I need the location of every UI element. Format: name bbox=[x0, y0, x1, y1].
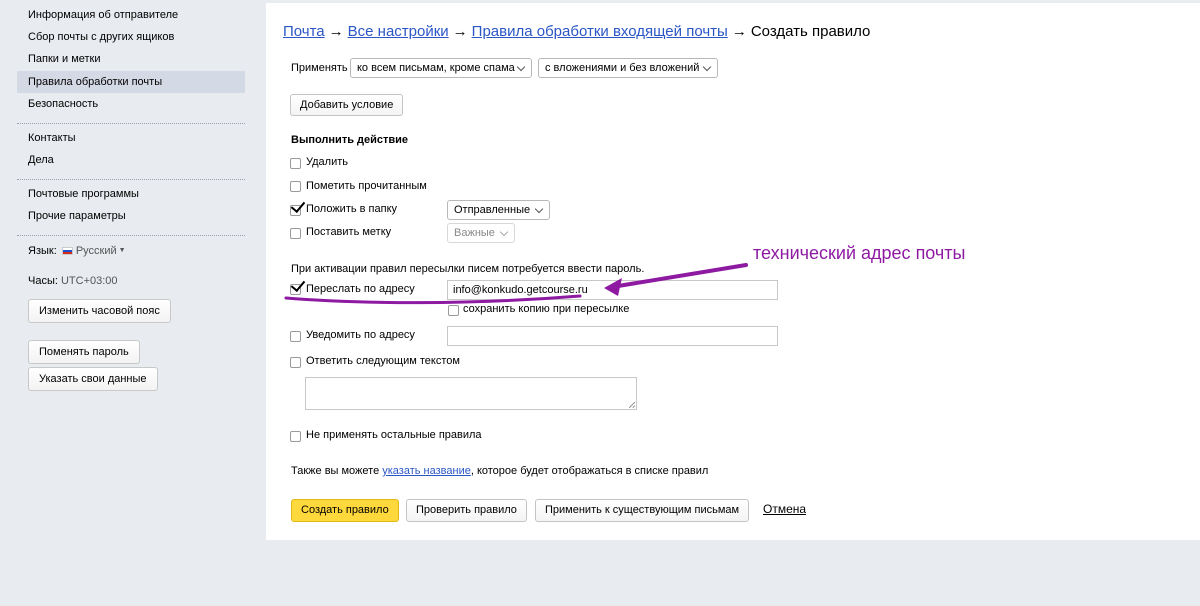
rule-name-hint: Также вы можете указать название, которо… bbox=[291, 465, 708, 477]
resize-handle-icon[interactable] bbox=[629, 402, 635, 408]
attachments-value: с вложениями и без вложений bbox=[545, 62, 700, 74]
rule-name-hint-prefix: Также вы можете bbox=[291, 465, 383, 477]
mark-read-checkbox[interactable] bbox=[290, 181, 301, 192]
chevron-down-icon bbox=[499, 227, 509, 237]
set-label-checkbox[interactable] bbox=[290, 228, 301, 239]
sidebar-item-mail-clients[interactable]: Почтовые программы bbox=[17, 183, 245, 205]
sidebar-item-security[interactable]: Безопасность bbox=[17, 93, 245, 115]
breadcrumb-all-settings-link[interactable]: Все настройки bbox=[348, 23, 449, 40]
notify-checkbox[interactable] bbox=[290, 331, 301, 342]
attachments-select[interactable]: с вложениями и без вложений bbox=[538, 58, 718, 78]
sidebar-item-folders-labels[interactable]: Папки и метки bbox=[17, 48, 245, 70]
breadcrumb: Почта → Все настройки → Правила обработки вх… bbox=[283, 23, 870, 40]
delete-label: Удалить bbox=[306, 156, 348, 168]
apply-scope-select[interactable]: ко всем письмам, кроме спама bbox=[350, 58, 532, 78]
no-other-rules-checkbox[interactable] bbox=[290, 431, 301, 442]
language-label: Язык: bbox=[28, 245, 57, 257]
mark-read-label: Пометить прочитанным bbox=[306, 180, 427, 192]
keep-copy-checkbox[interactable] bbox=[448, 305, 459, 316]
reply-checkbox[interactable] bbox=[290, 357, 301, 368]
apply-label: Применять bbox=[291, 62, 348, 74]
create-rule-button[interactable]: Создать правило bbox=[291, 499, 399, 522]
breadcrumb-arrow: → bbox=[452, 23, 468, 40]
specify-name-link[interactable]: указать название bbox=[382, 465, 471, 477]
forward-label: Переслать по адресу bbox=[306, 283, 415, 295]
clock-label: Часы: bbox=[28, 275, 58, 287]
check-rule-button[interactable]: Проверить правило bbox=[406, 499, 527, 522]
forward-checkbox[interactable] bbox=[290, 284, 301, 295]
sidebar-item-sender-info[interactable]: Информация об отправителе bbox=[17, 4, 245, 26]
label-select[interactable]: Важные bbox=[447, 223, 515, 243]
actions-heading: Выполнить действие bbox=[291, 134, 409, 146]
rule-name-hint-suffix: , которое будет отображаться в списке пр… bbox=[470, 465, 709, 477]
sidebar-item-contacts[interactable]: Контакты bbox=[17, 127, 245, 149]
language-row: Язык: Русский ▼ bbox=[28, 245, 126, 257]
apply-scope-value: ко всем письмам, кроме спама bbox=[357, 62, 515, 74]
language-selector[interactable]: Русский bbox=[76, 245, 117, 257]
breadcrumb-mail-link[interactable]: Почта bbox=[283, 23, 325, 40]
reply-textarea[interactable] bbox=[305, 377, 637, 410]
chevron-down-icon bbox=[702, 62, 712, 72]
move-folder-label: Положить в папку bbox=[306, 203, 398, 215]
clock-row: Часы: UTC+03:00 bbox=[28, 275, 118, 287]
forward-password-notice: При активации правил пересылки писем пот… bbox=[291, 263, 645, 275]
delete-checkbox[interactable] bbox=[290, 158, 301, 169]
label-value: Важные bbox=[454, 227, 495, 239]
chevron-down-icon bbox=[516, 62, 526, 72]
sidebar-item-mail-collector[interactable]: Сбор почты с других ящиков bbox=[17, 26, 245, 48]
notify-address-input[interactable] bbox=[447, 326, 778, 346]
change-timezone-button[interactable]: Изменить часовой пояс bbox=[28, 299, 171, 323]
forward-address-input[interactable]: info@konkudo.getcourse.ru bbox=[447, 280, 778, 300]
reply-label: Ответить следующим текстом bbox=[306, 355, 460, 367]
cancel-link[interactable]: Отмена bbox=[763, 502, 806, 516]
apply-existing-button[interactable]: Применить к существующим письмам bbox=[535, 499, 750, 522]
add-condition-button[interactable]: Добавить условие bbox=[290, 94, 404, 116]
annotation-text: технический адрес почты bbox=[753, 243, 966, 263]
set-label-label: Поставить метку bbox=[306, 226, 392, 238]
change-password-button[interactable]: Поменять пароль bbox=[28, 340, 140, 364]
keep-copy-label: сохранить копию при пересылке bbox=[463, 303, 630, 315]
chevron-down-icon bbox=[534, 204, 544, 214]
folder-select[interactable]: Отправленные bbox=[447, 200, 550, 220]
no-other-rules-label: Не применять остальные правила bbox=[306, 429, 482, 441]
caret-down-icon: ▼ bbox=[118, 247, 126, 254]
sidebar-item-mail-rules[interactable]: Правила обработки почты bbox=[17, 71, 245, 93]
sidebar-divider bbox=[17, 235, 245, 236]
sidebar-divider bbox=[17, 123, 245, 124]
specify-data-button[interactable]: Указать свои данные bbox=[28, 367, 158, 391]
breadcrumb-arrow: → bbox=[731, 23, 747, 40]
move-folder-checkbox[interactable] bbox=[290, 205, 301, 216]
notify-label: Уведомить по адресу bbox=[306, 329, 415, 341]
sidebar-item-todo[interactable]: Дела bbox=[17, 149, 245, 171]
folder-value: Отправленные bbox=[454, 204, 531, 216]
breadcrumb-rules-link[interactable]: Правила обработки входящей почты bbox=[472, 23, 728, 40]
settings-sidebar: Информация об отправителе Сбор почты с д… bbox=[0, 0, 262, 606]
clock-value: UTC+03:00 bbox=[60, 275, 118, 287]
russian-flag-icon bbox=[61, 247, 73, 255]
breadcrumb-arrow: → bbox=[328, 23, 344, 40]
sidebar-item-other-params[interactable]: Прочие параметры bbox=[17, 205, 245, 227]
page-title: Создать правило bbox=[750, 23, 871, 40]
sidebar-divider bbox=[17, 179, 245, 180]
